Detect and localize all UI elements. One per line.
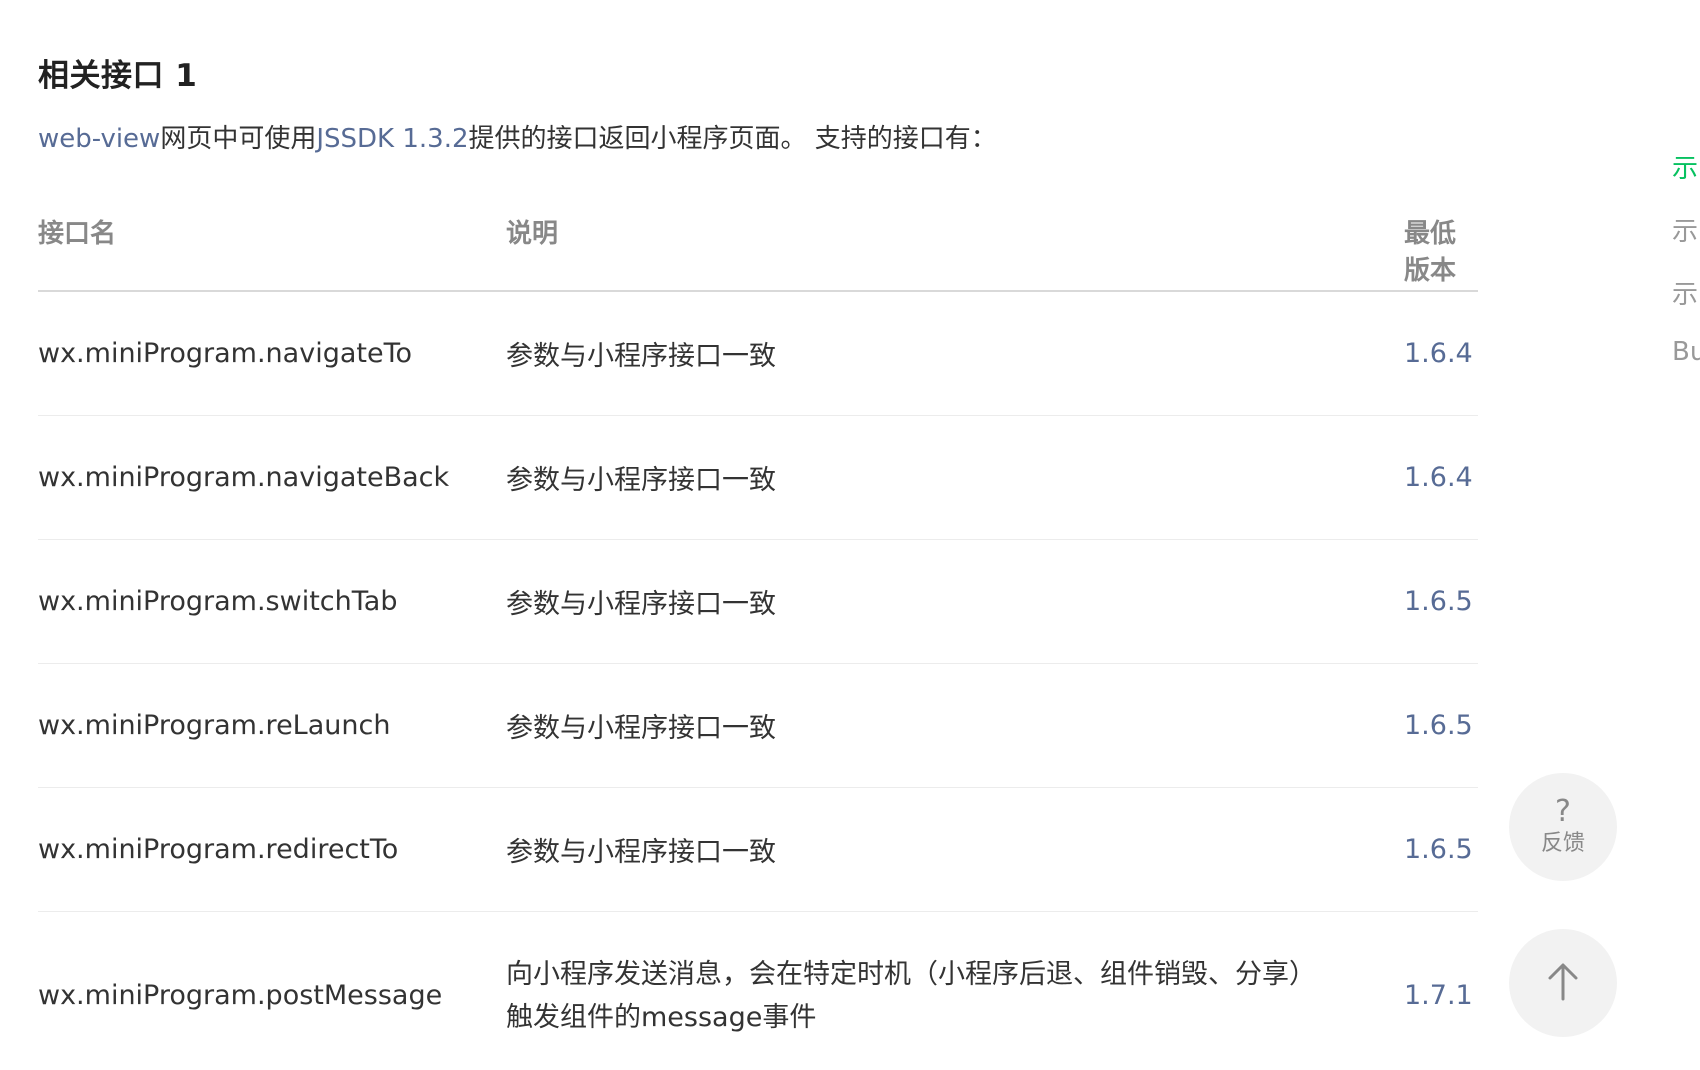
api-name: wx.miniProgram.redirectTo xyxy=(38,787,506,912)
api-desc: 参数与小程序接口一致 xyxy=(506,539,1404,664)
page: 相关接口 1 web-view网页中可使用JSSDK 1.3.2提供的接口返回小… xyxy=(0,0,1700,1070)
api-name: wx.miniProgram.switchTab xyxy=(38,539,506,664)
api-desc: 参数与小程序接口一致 xyxy=(506,291,1404,416)
toc-item-2[interactable]: 示 xyxy=(1672,211,1700,274)
section-title: 相关接口 1 xyxy=(38,58,198,94)
api-name: wx.miniProgram.reLaunch xyxy=(38,663,506,788)
api-version-link[interactable]: 1.6.4 xyxy=(1404,462,1473,493)
feedback-label: 反馈 xyxy=(1540,831,1585,856)
web-view-link[interactable]: web-view xyxy=(38,124,160,154)
table-row: wx.miniProgram.navigateTo 参数与小程序接口一致 1.6… xyxy=(38,291,1478,416)
table-row: wx.miniProgram.navigateBack 参数与小程序接口一致 1… xyxy=(38,415,1478,540)
api-desc: 参数与小程序接口一致 xyxy=(506,415,1404,540)
arrow-up-icon xyxy=(1546,961,1580,1005)
toc-item-4[interactable]: Bu xyxy=(1672,337,1700,400)
header-name: 接口名 xyxy=(38,195,506,292)
toc-item-1[interactable]: 示 xyxy=(1672,148,1700,211)
api-table: 接口名 说明 最低版本 wx.miniProgram.navigateTo 参数… xyxy=(38,195,1478,1070)
table-row: wx.miniProgram.postMessage 向小程序发送消息，会在特定… xyxy=(38,911,1478,1070)
api-name: wx.miniProgram.navigateBack xyxy=(38,415,506,540)
api-name: wx.miniProgram.postMessage xyxy=(38,911,506,1070)
api-version-link[interactable]: 1.6.5 xyxy=(1404,834,1473,865)
api-desc: 参数与小程序接口一致 xyxy=(506,663,1404,788)
right-toc-nav: 示 示 示 Bu xyxy=(1672,148,1700,400)
header-desc: 说明 xyxy=(506,195,1404,292)
intro-text-1: 网页中可使用 xyxy=(160,124,317,154)
intro-paragraph: web-view网页中可使用JSSDK 1.3.2提供的接口返回小程序页面。 支… xyxy=(38,118,997,155)
back-to-top-button[interactable] xyxy=(1509,929,1617,1037)
table-row: wx.miniProgram.reLaunch 参数与小程序接口一致 1.6.5 xyxy=(38,663,1478,788)
table-row: wx.miniProgram.redirectTo 参数与小程序接口一致 1.6… xyxy=(38,787,1478,912)
jssdk-link[interactable]: JSSDK 1.3.2 xyxy=(316,124,468,154)
api-name: wx.miniProgram.navigateTo xyxy=(38,291,506,416)
api-desc: 向小程序发送消息，会在特定时机（小程序后退、组件销毁、分享）触发组件的messa… xyxy=(506,958,1303,1033)
feedback-button[interactable]: ? 反馈 xyxy=(1509,773,1617,881)
api-version-link[interactable]: 1.6.4 xyxy=(1404,338,1473,369)
header-version: 最低版本 xyxy=(1404,195,1478,292)
table-header-row: 接口名 说明 最低版本 xyxy=(38,195,1478,292)
api-version-link[interactable]: 1.7.1 xyxy=(1404,980,1473,1011)
toc-item-3[interactable]: 示 xyxy=(1672,274,1700,337)
api-version-link[interactable]: 1.6.5 xyxy=(1404,710,1473,741)
api-desc: 参数与小程序接口一致 xyxy=(506,787,1404,912)
intro-text-2: 提供的接口返回小程序页面。 支持的接口有： xyxy=(468,124,997,154)
table-row: wx.miniProgram.switchTab 参数与小程序接口一致 1.6.… xyxy=(38,539,1478,664)
api-version-link[interactable]: 1.6.5 xyxy=(1404,586,1473,617)
question-mark-icon: ? xyxy=(1555,794,1571,829)
